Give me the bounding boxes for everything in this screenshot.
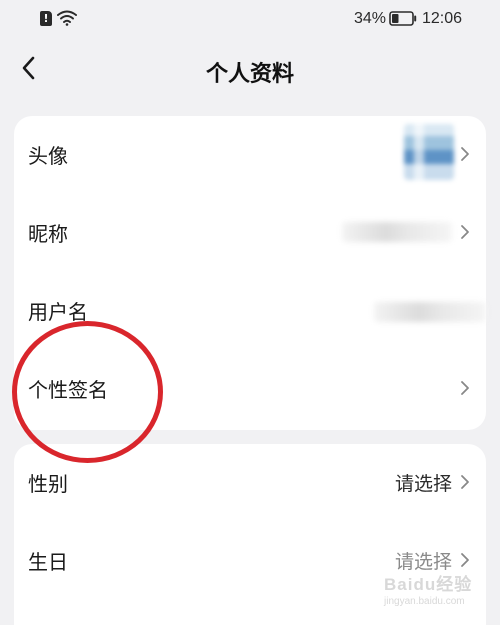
birthday-label: 生日 [28, 550, 68, 574]
chevron-right-icon [461, 147, 469, 161]
page-title: 个人资料 [205, 62, 294, 87]
gender-value: 请选择 [394, 473, 452, 495]
username-value [374, 302, 486, 322]
avatar-label: 头像 [28, 144, 68, 168]
clock: 12:06 [422, 10, 463, 27]
nickname-value [342, 222, 452, 242]
battery-percent: 34% [354, 10, 387, 27]
watermark-text: Baidu经验 [384, 575, 473, 594]
nickname-row[interactable]: 昵称 [14, 194, 486, 272]
signature-row[interactable]: 个性签名 [14, 350, 486, 428]
battery-icon [389, 11, 417, 26]
profile-card: 头像 昵称 用户名 个性签名 [14, 116, 486, 430]
watermark: Baidu经验 jingyan.baidu.com [380, 566, 490, 612]
status-bar: ! 34% 12:06 [0, 0, 500, 40]
avatar-row[interactable]: 头像 [14, 116, 486, 194]
watermark-subtext: jingyan.baidu.com [384, 596, 465, 607]
avatar [404, 124, 454, 180]
chevron-right-icon [461, 475, 469, 489]
chevron-right-icon [461, 381, 469, 395]
username-label: 用户名 [28, 300, 88, 324]
nickname-label: 昵称 [28, 222, 68, 246]
signature-label: 个性签名 [28, 378, 108, 402]
wifi-icon [57, 10, 77, 26]
chevron-right-icon [461, 225, 469, 239]
sim-alert-icon: ! [40, 11, 52, 26]
gender-row[interactable]: 性别 请选择 [14, 444, 486, 522]
username-row: 用户名 [14, 272, 486, 350]
gender-label: 性别 [28, 472, 68, 496]
